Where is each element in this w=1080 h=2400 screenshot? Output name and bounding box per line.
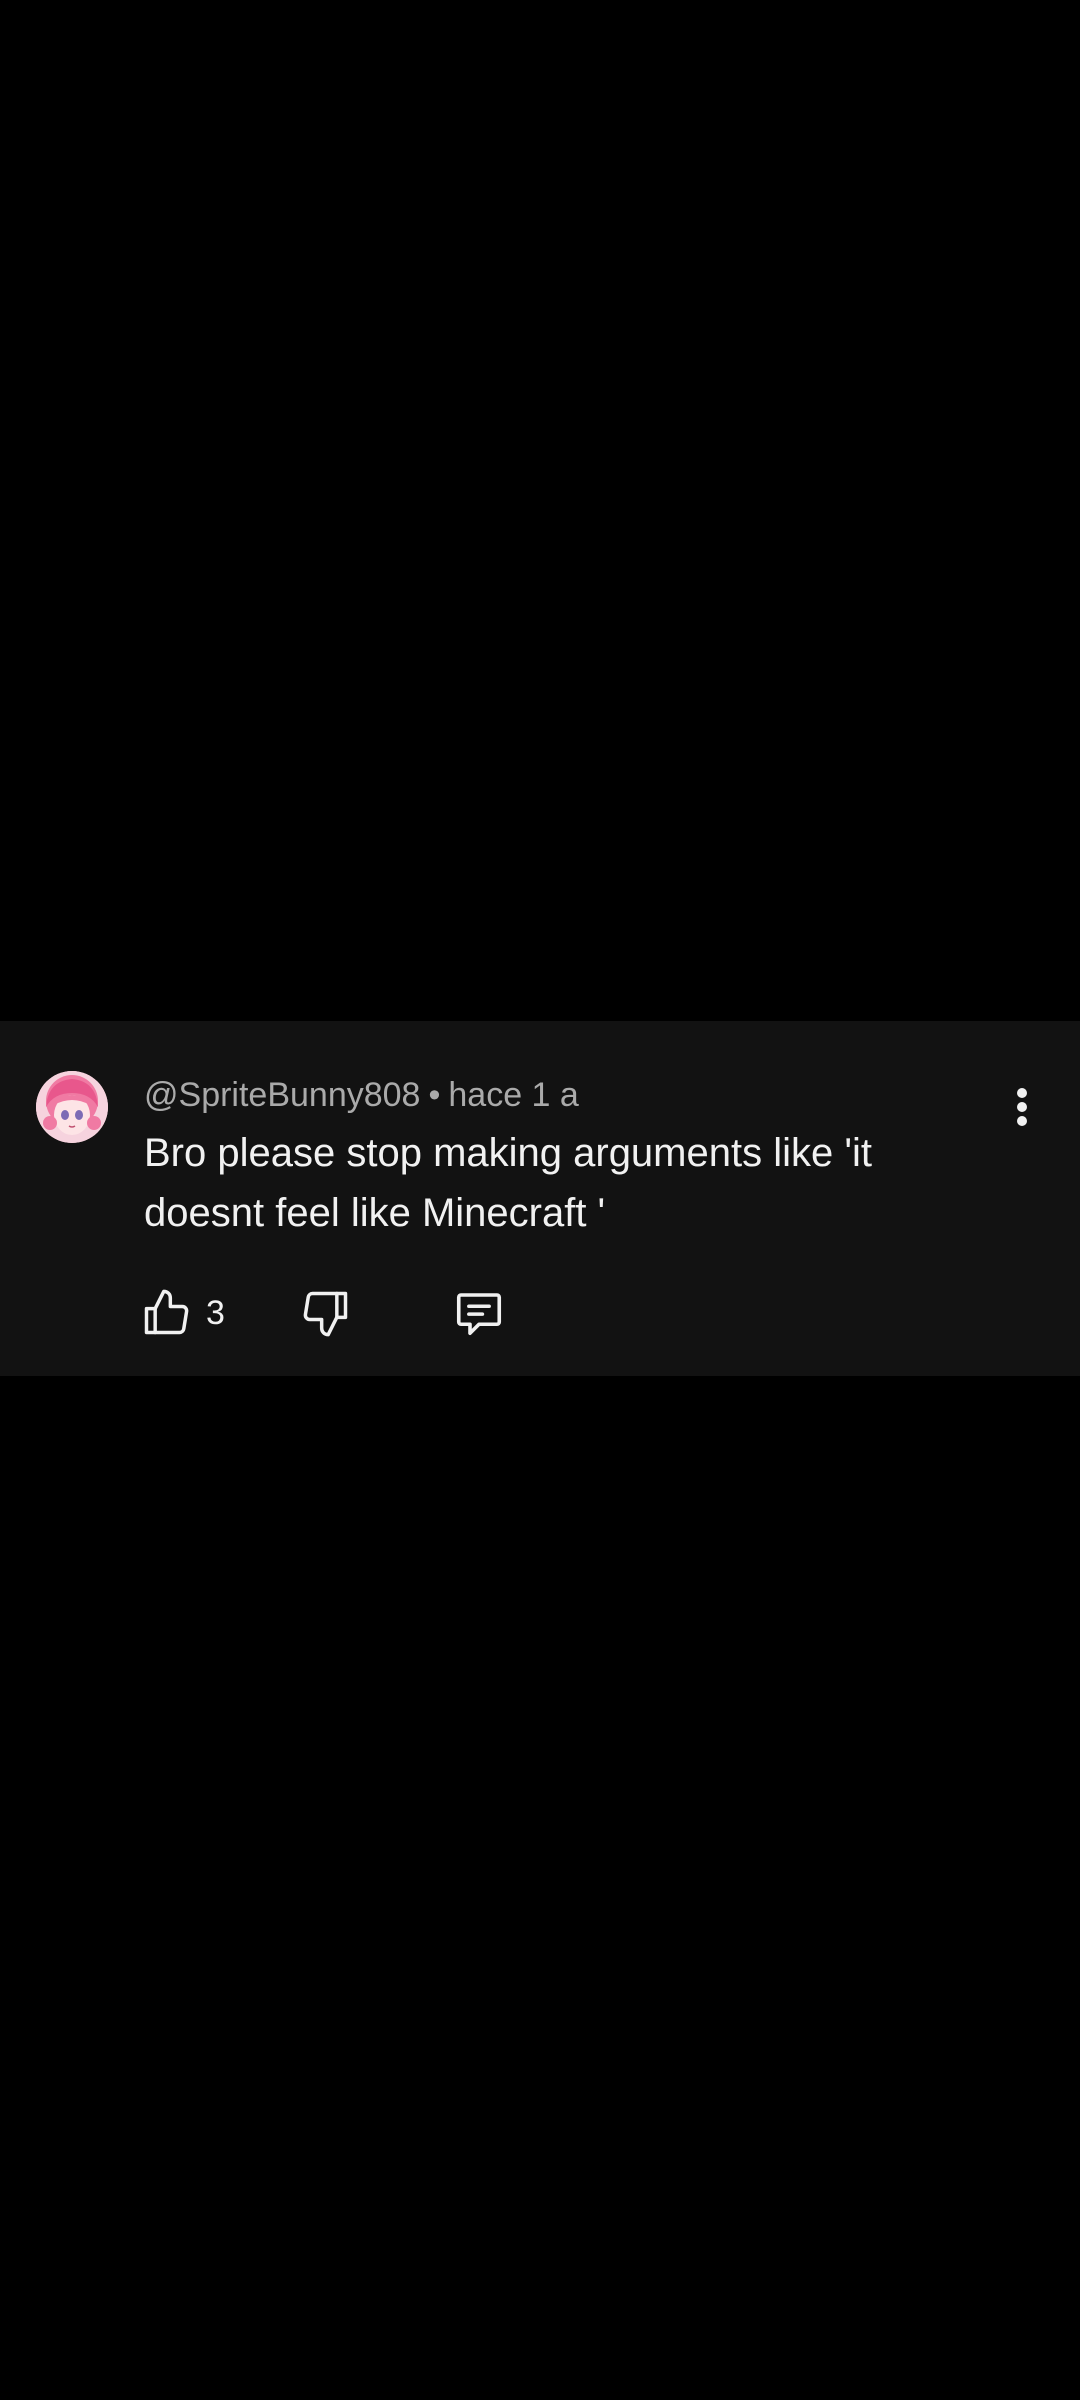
more-vert-icon (1017, 1088, 1027, 1126)
reply-comment-icon (456, 1293, 502, 1336)
comment-meta: @SpriteBunny808 • hace 1 a (144, 1073, 579, 1117)
comment-actions: 3 (140, 1283, 512, 1343)
like-count: 3 (206, 1294, 225, 1332)
more-options-button[interactable] (1004, 1085, 1040, 1129)
comment-timestamp: hace 1 a (448, 1076, 579, 1114)
comment-card: @SpriteBunny808 • hace 1 a Bro please stop… (0, 1021, 1080, 1376)
comment-username[interactable]: @SpriteBunny808 (144, 1076, 420, 1114)
avatar[interactable] (36, 1071, 108, 1143)
reply-button[interactable] (452, 1283, 512, 1343)
comment-text: Bro please stop making arguments like 'i… (144, 1131, 872, 1235)
thumbs-down-icon (303, 1291, 348, 1337)
dislike-button[interactable] (300, 1283, 452, 1343)
meta-separator: • (428, 1076, 441, 1114)
thumbs-up-icon (144, 1289, 189, 1335)
like-button[interactable]: 3 (140, 1283, 300, 1343)
